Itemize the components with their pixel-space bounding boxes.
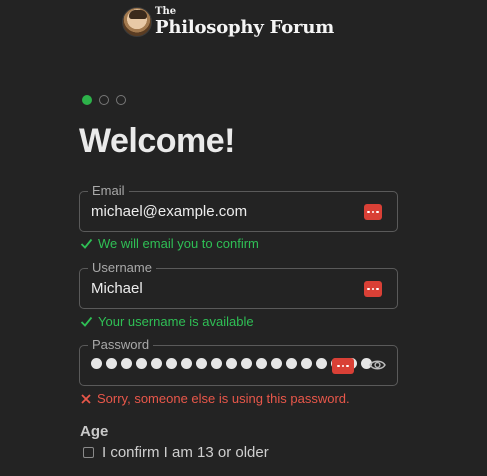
password-mask-dot xyxy=(181,358,192,369)
brand-large: Philosophy Forum xyxy=(155,17,335,38)
step-dot-1 xyxy=(82,95,92,105)
step-indicator xyxy=(82,95,126,105)
page-title: Welcome! xyxy=(79,122,235,160)
password-status: Sorry, someone else is using this passwo… xyxy=(80,391,350,406)
avatar-logo xyxy=(122,6,152,37)
step-dot-2 xyxy=(99,95,109,105)
username-field[interactable]: Username Michael xyxy=(79,260,398,309)
password-mask-dot xyxy=(91,358,102,369)
age-confirm[interactable]: I confirm I am 13 or older xyxy=(83,444,269,461)
email-field[interactable]: Email michael@example.com xyxy=(79,183,398,232)
password-message: Sorry, someone else is using this passwo… xyxy=(97,391,350,406)
password-legend: Password xyxy=(88,337,154,352)
password-manager-icon[interactable] xyxy=(332,358,354,374)
check-icon xyxy=(80,316,93,327)
password-mask-dot xyxy=(271,358,282,369)
eye-icon[interactable] xyxy=(369,358,386,372)
password-mask-dot xyxy=(136,358,147,369)
step-dot-3 xyxy=(116,95,126,105)
password-value[interactable] xyxy=(91,358,372,369)
password-mask-dot xyxy=(226,358,237,369)
password-mask-dot xyxy=(256,358,267,369)
username-value[interactable]: Michael xyxy=(91,280,143,297)
email-status: We will email you to confirm xyxy=(80,236,259,251)
password-manager-icon[interactable] xyxy=(364,204,382,220)
site-logo[interactable]: The Philosophy Forum xyxy=(122,6,334,37)
password-mask-dot xyxy=(301,358,312,369)
email-value[interactable]: michael@example.com xyxy=(91,203,247,220)
brand-text: The Philosophy Forum xyxy=(155,6,334,37)
password-mask-dot xyxy=(106,358,117,369)
cross-icon xyxy=(81,393,91,404)
password-mask-dot xyxy=(316,358,327,369)
password-mask-dot xyxy=(286,358,297,369)
password-mask-dot xyxy=(241,358,252,369)
email-legend: Email xyxy=(88,183,129,198)
password-manager-icon[interactable] xyxy=(364,281,382,297)
password-field[interactable]: Password xyxy=(79,337,398,386)
age-label: Age xyxy=(80,423,109,440)
age-confirm-label[interactable]: I confirm I am 13 or older xyxy=(102,444,269,461)
username-legend: Username xyxy=(88,260,156,275)
password-mask-dot xyxy=(151,358,162,369)
username-message: Your username is available xyxy=(98,314,254,329)
password-mask-dot xyxy=(121,358,132,369)
password-mask-dot xyxy=(196,358,207,369)
age-checkbox[interactable] xyxy=(83,447,94,458)
brand-small: The xyxy=(155,6,177,17)
email-message: We will email you to confirm xyxy=(98,236,259,251)
password-mask-dot xyxy=(166,358,177,369)
check-icon xyxy=(80,238,93,249)
username-status: Your username is available xyxy=(80,314,254,329)
signup-page: The Philosophy Forum Welcome! Email mich… xyxy=(0,0,487,476)
password-mask-dot xyxy=(211,358,222,369)
